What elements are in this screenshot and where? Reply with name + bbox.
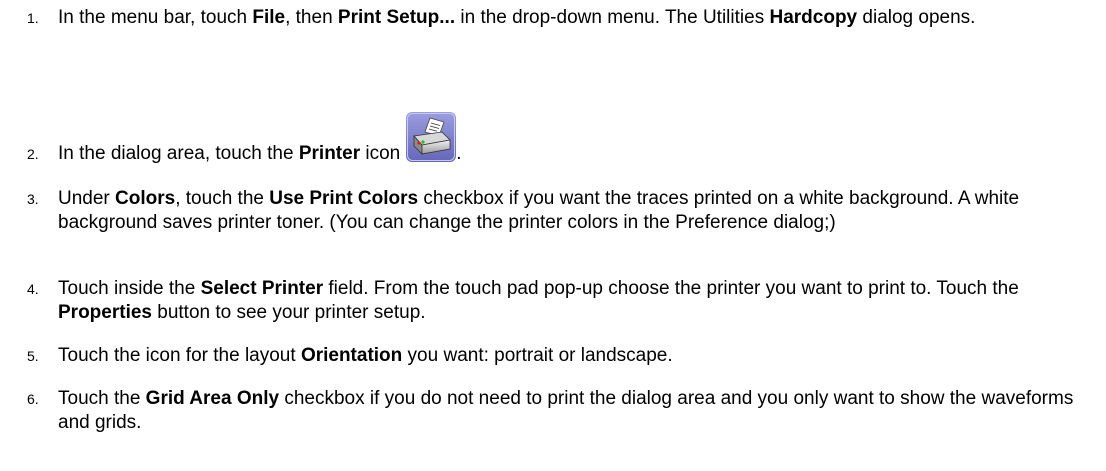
step-number: 2.	[27, 146, 39, 162]
step-text-run: In the dialog area, touch the	[58, 143, 299, 164]
ui-term: Print Setup...	[337, 7, 456, 28]
step-text-run: button to see your printer setup.	[151, 302, 426, 323]
step-number: 1.	[27, 10, 39, 26]
step-text-run: Touch the	[58, 388, 146, 409]
ui-term: Properties	[58, 302, 152, 323]
step-text-run: field. From the touch pad pop-up choose …	[323, 278, 1019, 299]
step-text-run: , touch the	[175, 188, 270, 209]
step-number: 5.	[27, 348, 39, 364]
step-number: 3.	[27, 191, 39, 207]
ui-term: Printer	[298, 143, 361, 164]
instruction-list: 1. In the menu bar, touch File, then Pri…	[0, 0, 1106, 471]
step-number: 6.	[27, 391, 39, 407]
step-text-run: in the drop-down menu. The Utilities	[455, 7, 770, 28]
step-text: Touch inside the Select Printer field. F…	[58, 277, 1102, 325]
ui-term: Colors	[115, 188, 176, 209]
step-text-run: you want: portrait or landscape.	[402, 345, 673, 366]
step-text-run: Touch the icon for the layout	[58, 345, 301, 366]
step-text-run: In the menu bar, touch	[58, 7, 253, 28]
step-2-text: In the dialog area, touch the Printer ic…	[58, 143, 400, 164]
step-number: 4.	[27, 281, 39, 297]
ui-term: Select Printer	[200, 278, 324, 299]
step-text-run: Under	[58, 188, 116, 209]
step-text: Under Colors, touch the Use Print Colors…	[58, 187, 1102, 235]
step-text: Touch the Grid Area Only checkbox if you…	[58, 387, 1102, 435]
printer-icon	[406, 112, 457, 162]
step-text: In the menu bar, touch File, then Print …	[58, 6, 1102, 30]
ui-term: Grid Area Only	[145, 388, 280, 409]
ui-term: File	[252, 7, 286, 28]
step-text-run: , then	[285, 7, 338, 28]
ui-term: Hardcopy	[769, 7, 858, 28]
ui-term: Orientation	[300, 345, 403, 366]
step-2-period: .	[456, 143, 462, 164]
step-text-run: dialog opens.	[857, 7, 976, 28]
ui-term: Use Print Colors	[269, 188, 419, 209]
step-text-run: icon	[360, 143, 401, 164]
step-text-run: Touch inside the	[58, 278, 201, 299]
step-text: Touch the icon for the layout Orientatio…	[58, 344, 1102, 368]
